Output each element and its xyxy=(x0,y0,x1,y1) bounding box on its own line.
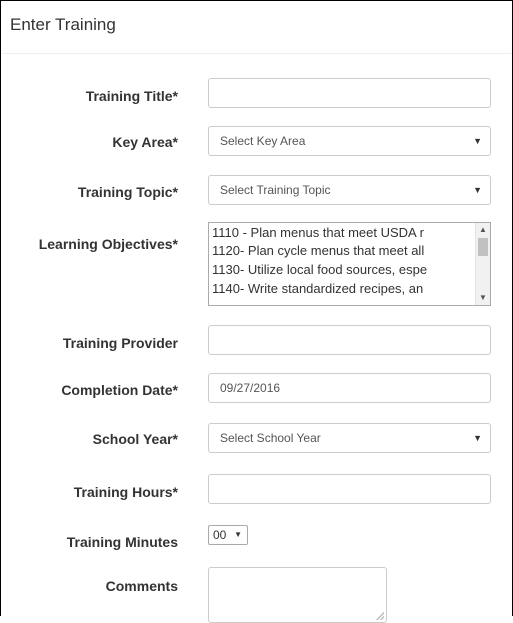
learning-objective-option[interactable]: 1130- Utilize local food sources, espe xyxy=(212,261,478,279)
resize-handle-icon[interactable] xyxy=(376,612,384,620)
learning-objective-option[interactable]: 1120- Plan cycle menus that meet all xyxy=(212,242,478,260)
learning-objective-option[interactable]: 1140- Write standardized recipes, an xyxy=(212,280,478,298)
completion-date-label: Completion Date* xyxy=(61,382,178,398)
training-minutes-selected: 00 xyxy=(213,528,227,542)
learning-objectives-listbox[interactable]: 1110 - Plan menus that meet USDA r 1120-… xyxy=(208,222,491,306)
training-topic-label: Training Topic* xyxy=(77,184,178,200)
training-provider-input[interactable] xyxy=(208,325,491,355)
key-area-selected: Select Key Area xyxy=(220,134,306,148)
learning-objectives-label: Learning Objectives* xyxy=(38,236,178,252)
caret-down-icon: ▼ xyxy=(473,433,482,443)
training-title-input[interactable] xyxy=(208,78,491,108)
caret-down-icon: ▼ xyxy=(473,136,482,146)
school-year-select[interactable]: Select School Year ▼ xyxy=(208,423,491,453)
panel-title: Enter Training xyxy=(10,15,116,34)
learning-objective-option[interactable]: 1110 - Plan menus that meet USDA r xyxy=(212,224,478,242)
training-minutes-label: Training Minutes xyxy=(66,534,178,550)
comments-textarea[interactable] xyxy=(208,567,387,623)
training-hours-input[interactable] xyxy=(208,474,491,504)
completion-date-input[interactable]: 09/27/2016 xyxy=(208,373,491,403)
training-hours-label: Training Hours* xyxy=(73,484,178,500)
caret-down-icon: ▼ xyxy=(234,530,242,539)
training-title-label: Training Title* xyxy=(85,88,178,104)
scroll-up-icon[interactable]: ▲ xyxy=(476,224,490,236)
title-divider xyxy=(2,53,511,54)
comments-label: Comments xyxy=(105,578,178,594)
key-area-label: Key Area* xyxy=(112,134,178,150)
key-area-select[interactable]: Select Key Area ▼ xyxy=(208,126,491,156)
listbox-scrollbar[interactable]: ▲ ▼ xyxy=(475,223,490,305)
scrollbar-thumb[interactable] xyxy=(478,238,488,256)
training-provider-label: Training Provider xyxy=(62,335,178,351)
training-minutes-select[interactable]: 00 ▼ xyxy=(208,525,248,545)
completion-date-value: 09/27/2016 xyxy=(220,381,281,395)
caret-down-icon: ▼ xyxy=(473,185,482,195)
training-topic-select[interactable]: Select Training Topic ▼ xyxy=(208,175,491,205)
enter-training-panel: Enter Training Training Title* Key Area*… xyxy=(0,0,513,623)
training-topic-selected: Select Training Topic xyxy=(220,183,331,197)
school-year-selected: Select School Year xyxy=(220,431,321,445)
school-year-label: School Year* xyxy=(92,431,178,447)
scroll-down-icon[interactable]: ▼ xyxy=(476,292,490,304)
